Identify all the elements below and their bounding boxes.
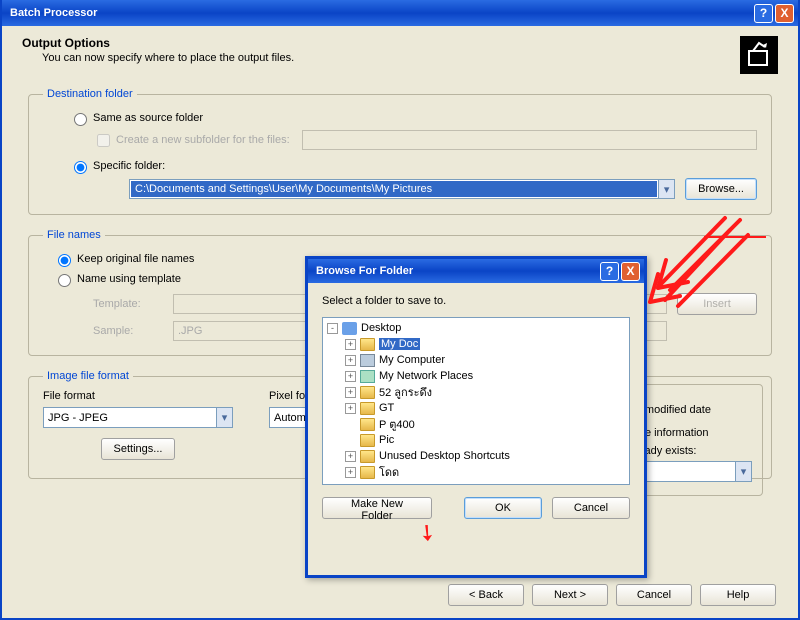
folder-icon bbox=[360, 450, 375, 463]
expand-icon[interactable]: + bbox=[345, 467, 356, 478]
back-button[interactable]: < Back bbox=[448, 584, 524, 606]
folder-icon bbox=[360, 338, 375, 351]
help-icon[interactable]: ? bbox=[754, 4, 773, 23]
insert-button: Insert bbox=[677, 293, 757, 315]
folder-icon bbox=[360, 434, 375, 447]
specific-folder-radio[interactable] bbox=[74, 161, 87, 174]
folder-icon bbox=[360, 402, 375, 415]
tree-item-label: Unused Desktop Shortcuts bbox=[379, 450, 510, 462]
chevron-down-icon[interactable]: ▾ bbox=[735, 462, 751, 481]
folder-tree[interactable]: - Desktop + My Doc + My Computer + My Network P… bbox=[322, 317, 630, 485]
tree-item[interactable]: + โดด bbox=[323, 464, 629, 480]
settings-button[interactable]: Settings... bbox=[101, 438, 176, 460]
page-title: Output Options bbox=[22, 36, 740, 50]
file-format-combo[interactable]: JPG - JPEG ▾ bbox=[43, 407, 233, 428]
subfolder-checkbox bbox=[97, 134, 110, 147]
browse-folder-dialog: Browse For Folder ? X Select a folder to… bbox=[305, 256, 647, 578]
page-subtitle: You can now specify where to place the o… bbox=[42, 52, 740, 64]
help-button[interactable]: Help bbox=[700, 584, 776, 606]
tree-item-label: P ตู400 bbox=[379, 415, 415, 433]
same-folder-radio[interactable] bbox=[74, 113, 87, 126]
destination-group: Destination folder Same as source folder… bbox=[28, 88, 772, 215]
tree-item-label: 52 ลูกระดึง bbox=[379, 383, 432, 401]
desktop-icon bbox=[342, 322, 357, 335]
comp-icon bbox=[360, 354, 375, 367]
expand-icon[interactable]: - bbox=[327, 323, 338, 334]
tree-item-label: GT bbox=[379, 402, 394, 414]
expand-icon[interactable]: + bbox=[345, 355, 356, 366]
folder-icon bbox=[360, 418, 375, 431]
keep-names-radio[interactable] bbox=[58, 254, 71, 267]
path-combo[interactable]: C:\Documents and Settings\User\My Docume… bbox=[129, 179, 675, 199]
tree-item[interactable]: Pic bbox=[323, 432, 629, 448]
popup-cancel-button[interactable]: Cancel bbox=[552, 497, 630, 519]
subfolder-input bbox=[302, 130, 757, 150]
tree-item-label: My Network Places bbox=[379, 370, 473, 382]
annotation-underline bbox=[704, 236, 766, 238]
titlebar[interactable]: Batch Processor ? X bbox=[2, 0, 798, 26]
chevron-down-icon[interactable]: ▾ bbox=[658, 180, 674, 198]
ok-button[interactable]: OK bbox=[464, 497, 542, 519]
expand-icon[interactable]: + bbox=[345, 387, 356, 398]
tree-item-label: My Doc bbox=[379, 338, 420, 350]
net-icon bbox=[360, 370, 375, 383]
tree-item-label: Pic bbox=[379, 434, 394, 446]
folder-icon bbox=[360, 466, 375, 479]
browse-button[interactable]: Browse... bbox=[685, 178, 757, 200]
close-icon[interactable]: X bbox=[775, 4, 794, 23]
tree-item[interactable]: + My Computer bbox=[323, 352, 629, 368]
tree-item-label: My Computer bbox=[379, 354, 445, 366]
path-value: C:\Documents and Settings\User\My Docume… bbox=[131, 181, 657, 197]
tree-item-label: Desktop bbox=[361, 322, 401, 334]
subfolder-label: Create a new subfolder for the files: bbox=[116, 134, 290, 146]
file-format-label: File format bbox=[43, 390, 233, 402]
popup-title: Browse For Folder bbox=[316, 265, 413, 277]
keep-names-label: Keep original file names bbox=[77, 253, 194, 265]
filenames-legend: File names bbox=[43, 229, 105, 241]
expand-icon[interactable]: + bbox=[345, 371, 356, 382]
tree-item[interactable]: - Desktop bbox=[323, 320, 629, 336]
wizard-buttons: < Back Next > Cancel Help bbox=[448, 584, 776, 606]
file-format-value: JPG - JPEG bbox=[48, 412, 108, 424]
close-icon[interactable]: X bbox=[621, 262, 640, 281]
wizard-icon bbox=[740, 36, 778, 74]
window-title: Batch Processor bbox=[10, 7, 97, 19]
tree-item[interactable]: + Unused Desktop Shortcuts bbox=[323, 448, 629, 464]
template-radio[interactable] bbox=[58, 274, 71, 287]
destination-legend: Destination folder bbox=[43, 88, 137, 100]
expand-icon[interactable]: + bbox=[345, 403, 356, 414]
expand-icon[interactable]: + bbox=[345, 339, 356, 350]
cancel-button[interactable]: Cancel bbox=[616, 584, 692, 606]
tree-item[interactable]: +52 ลูกระดึง bbox=[323, 384, 629, 400]
popup-instruction: Select a folder to save to. bbox=[322, 295, 630, 307]
folder-icon bbox=[360, 386, 375, 399]
template-label: Name using template bbox=[77, 273, 181, 285]
tree-item[interactable]: + My Doc bbox=[323, 336, 629, 352]
expand-icon[interactable]: + bbox=[345, 451, 356, 462]
next-button[interactable]: Next > bbox=[532, 584, 608, 606]
tree-item[interactable]: + My Network Places bbox=[323, 368, 629, 384]
tree-item-label: โดด bbox=[379, 463, 399, 481]
sample-field-label: Sample: bbox=[93, 325, 163, 337]
make-new-folder-button[interactable]: Make New Folder bbox=[322, 497, 432, 519]
popup-titlebar[interactable]: Browse For Folder ? X bbox=[308, 259, 644, 283]
same-folder-label: Same as source folder bbox=[93, 112, 203, 124]
chevron-down-icon[interactable]: ▾ bbox=[216, 408, 232, 427]
tree-item[interactable]: P ตู400 bbox=[323, 416, 629, 432]
image-format-legend: Image file format bbox=[43, 370, 133, 382]
specific-folder-label: Specific folder: bbox=[93, 160, 165, 172]
help-icon[interactable]: ? bbox=[600, 262, 619, 281]
tree-item[interactable]: + GT bbox=[323, 400, 629, 416]
template-field-label: Template: bbox=[93, 298, 163, 310]
